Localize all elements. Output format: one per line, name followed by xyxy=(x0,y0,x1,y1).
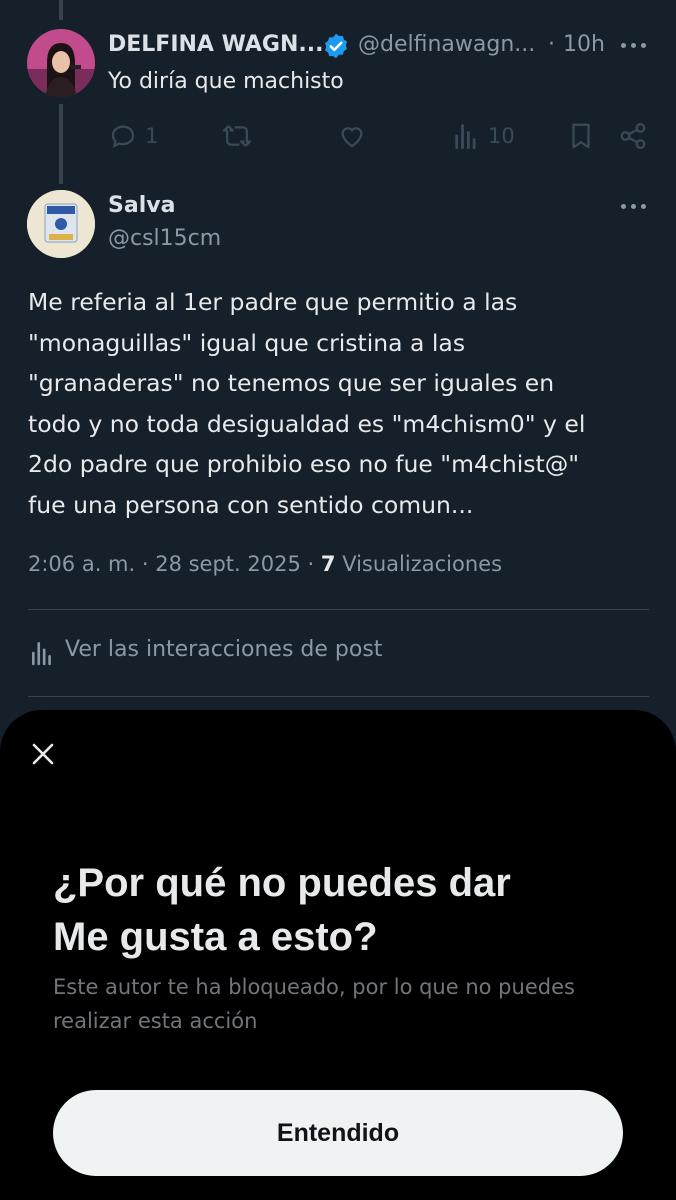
close-icon[interactable] xyxy=(31,742,55,766)
author-name[interactable]: DELFINA WAGN... xyxy=(108,32,323,57)
divider xyxy=(28,609,649,610)
post-text-line: 2do padre que prohibio eso no fue "m4chi… xyxy=(28,450,580,478)
author-name[interactable]: Salva xyxy=(108,193,175,218)
post-meta: 2:06 a. m. · 28 sept. 2025 · 7 Visualiza… xyxy=(28,552,502,576)
separator: · xyxy=(548,32,555,57)
tweet-text: Yo diría que machisto xyxy=(108,69,344,94)
thread-line-top xyxy=(59,0,63,20)
thread-line-bottom xyxy=(59,104,63,184)
reply-icon[interactable] xyxy=(108,121,138,151)
more-icon[interactable] xyxy=(621,203,647,211)
blocked-bottom-sheet: ¿Por qué no puedes dar Me gusta a esto? … xyxy=(0,710,676,1200)
post-timestamp[interactable]: 2:06 a. m. · 28 sept. 2025 · xyxy=(28,552,314,576)
post-text-line: "monaguillas" igual que cristina a las xyxy=(28,328,466,357)
understood-button[interactable]: Entendido xyxy=(53,1090,623,1176)
views-icon[interactable] xyxy=(453,122,479,150)
interactions-label: Ver las interacciones de post xyxy=(65,637,383,662)
avatar[interactable] xyxy=(27,190,95,258)
bookmark-icon[interactable] xyxy=(567,121,595,151)
sheet-title-line: Me gusta a esto? xyxy=(53,915,378,959)
sheet-title-line: ¿Por qué no puedes dar xyxy=(53,861,511,905)
views-count[interactable]: 10 xyxy=(488,124,515,148)
post-text: Me referia al 1er padre que permitio a l… xyxy=(28,282,585,525)
more-icon[interactable] xyxy=(621,42,647,50)
post-text-line: "granaderas" no tenemos que ser iguales … xyxy=(28,369,555,397)
views-count: 7 xyxy=(320,552,336,576)
divider xyxy=(28,696,649,697)
reply-count[interactable]: 1 xyxy=(145,124,158,148)
post-text-line: fue una persona con sentido comun... xyxy=(28,490,474,519)
timestamp[interactable]: 10h xyxy=(563,32,605,57)
avatar[interactable] xyxy=(27,29,95,97)
verified-icon xyxy=(322,32,350,60)
sheet-body-line: realizar esta acción xyxy=(53,1009,258,1033)
sheet-body-line: Este autor te ha bloqueado, por lo que n… xyxy=(53,975,575,999)
share-icon[interactable] xyxy=(618,121,648,151)
author-handle[interactable]: @csl15cm xyxy=(108,226,221,251)
sheet-title: ¿Por qué no puedes dar Me gusta a esto? xyxy=(53,856,511,964)
sheet-body: Este autor te ha bloqueado, por lo que n… xyxy=(53,970,575,1038)
author-handle[interactable]: @delfinawagn... xyxy=(358,32,535,57)
retweet-icon[interactable] xyxy=(221,121,253,151)
analytics-icon xyxy=(30,640,54,666)
post-text-line: todo y no toda desigualdad es "m4chism0"… xyxy=(28,409,586,438)
like-icon[interactable] xyxy=(337,121,367,151)
views-label: Visualizaciones xyxy=(342,552,503,576)
post-text-line: Me referia al 1er padre que permitio a l… xyxy=(28,288,518,316)
